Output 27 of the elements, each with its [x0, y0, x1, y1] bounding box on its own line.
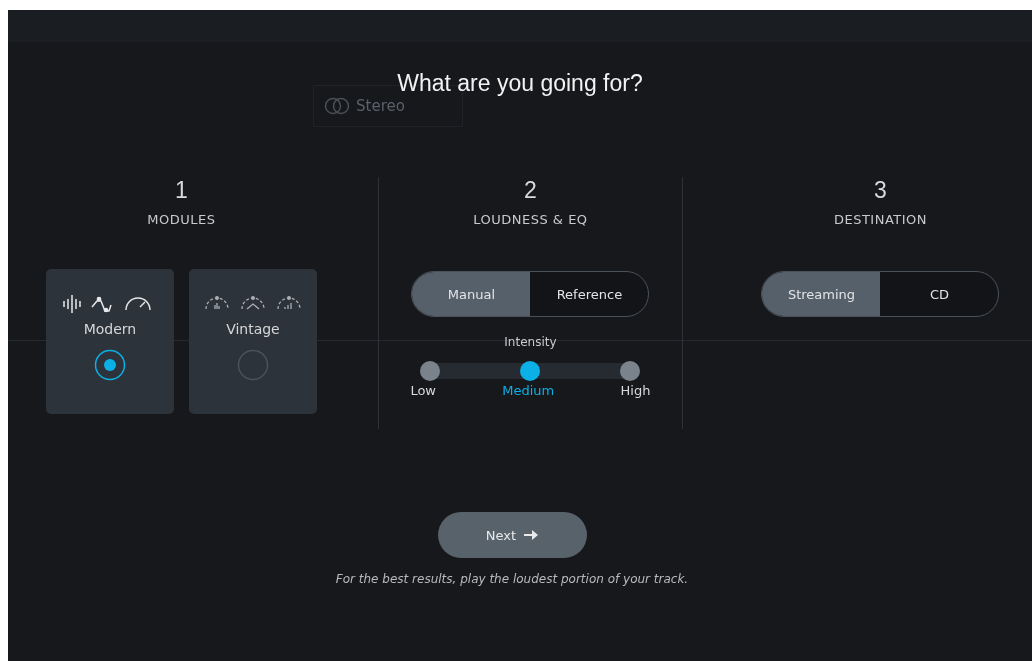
slider-thumb[interactable]	[520, 361, 541, 381]
intensity-option: Low	[410, 383, 436, 398]
step-number: 1	[175, 177, 188, 204]
module-label: Modern	[83, 321, 137, 337]
toggle-option[interactable]: Manual	[412, 272, 531, 316]
intensity-option: High	[620, 383, 651, 398]
module-card[interactable]: Modern	[45, 269, 174, 414]
step-title: MODULES	[147, 212, 216, 227]
step-number: 2	[524, 177, 537, 204]
next-button[interactable]: Next	[437, 512, 587, 558]
slider-stop[interactable]	[420, 361, 441, 381]
module-label: Vintage	[226, 321, 280, 337]
radio-button[interactable]	[236, 349, 269, 381]
arrow-right-icon	[524, 530, 539, 540]
stereo-icon	[324, 97, 350, 115]
intensity-option: Medium	[502, 383, 555, 398]
module-card[interactable]: Vintage	[188, 269, 317, 414]
intensity-label: Intensity	[504, 335, 557, 349]
toggle-option[interactable]: CD	[880, 272, 999, 316]
step-title: LOUDNESS & EQ	[473, 212, 588, 227]
radio-button[interactable]	[93, 349, 126, 381]
slider-stop[interactable]	[620, 361, 641, 381]
hint-text: For the best results, play the loudest portion of your track.	[334, 572, 690, 586]
toggle-option[interactable]: Streaming	[762, 272, 881, 316]
toggle-option[interactable]: Reference	[530, 272, 649, 316]
step-number: 3	[874, 177, 887, 204]
step-title: DESTINATION	[833, 212, 927, 227]
